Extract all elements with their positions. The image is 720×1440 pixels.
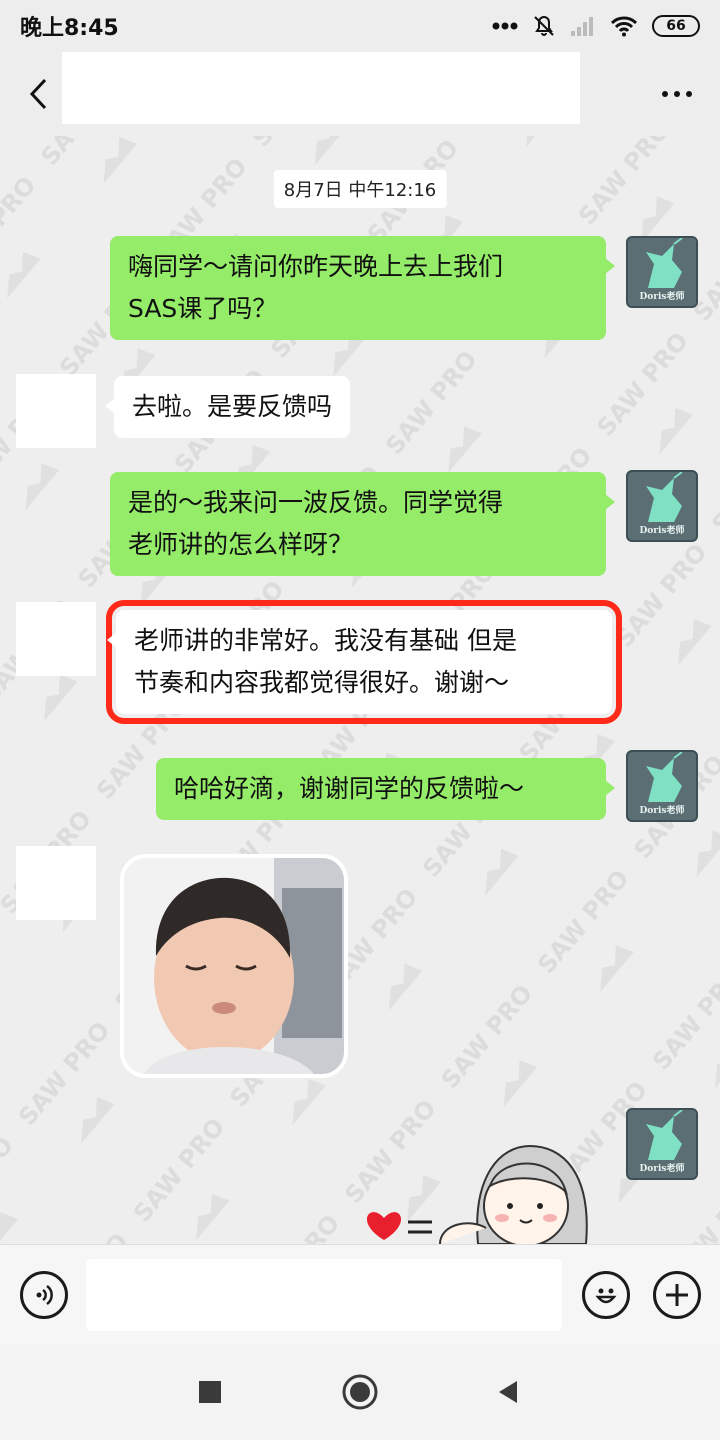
message-bubble-sent[interactable]: 哈哈好滴，谢谢同学的反馈啦～	[156, 758, 615, 820]
avatar-other[interactable]	[16, 846, 96, 920]
chat-title-redacted	[62, 52, 580, 124]
system-nav-bar	[0, 1344, 720, 1440]
avatar-caption: Doris老师	[639, 806, 685, 816]
nav-bar	[0, 52, 720, 136]
message-line: 嗨同学～请问你昨天晚上去上我们	[128, 252, 504, 281]
avatar-caption: Doris老师	[639, 526, 685, 536]
message-line: 老师讲的非常好。我没有基础 但是	[134, 626, 517, 655]
back-button[interactable]	[18, 64, 58, 124]
message-line: 去啦。是要反馈吗	[132, 392, 333, 421]
recents-button[interactable]	[190, 1372, 230, 1412]
avatar-self[interactable]: Doris老师	[626, 470, 698, 542]
message-line: 老师讲的怎么样呀？	[128, 530, 354, 559]
message-line: SAS课了吗？	[128, 294, 278, 323]
message-line: 节奏和内容我都觉得很好。谢谢～	[134, 668, 510, 697]
more-dots-icon	[662, 91, 668, 97]
back-triangle-icon	[499, 1381, 517, 1403]
emoji-icon	[595, 1288, 617, 1304]
avatar-caption: Doris老师	[639, 292, 685, 302]
avatar-caption: Doris老师	[639, 1164, 685, 1174]
mute-icon	[532, 14, 556, 38]
plus-icon	[666, 1284, 688, 1306]
status-bar: 晚上8:45 66	[0, 0, 720, 52]
chevron-left-icon	[29, 78, 47, 110]
message-bubble-received-highlighted[interactable]: 老师讲的非常好。我没有基础 但是 节奏和内容我都觉得很好。谢谢～	[106, 600, 622, 724]
avatar-other[interactable]	[16, 602, 96, 676]
message-line: 是的～我来问一波反馈。同学觉得	[128, 488, 504, 517]
wifi-icon	[610, 15, 638, 37]
avatar-self[interactable]: Doris老师	[626, 236, 698, 308]
voice-button[interactable]	[20, 1271, 68, 1319]
avatar-self[interactable]: Doris老师	[626, 1108, 698, 1180]
recents-square-icon	[199, 1381, 221, 1403]
cell-signal-icon	[570, 15, 596, 37]
plus-button[interactable]	[653, 1271, 701, 1319]
chat-timestamp: 8月7日 中午12:16	[273, 170, 447, 208]
emoji-button[interactable]	[582, 1271, 630, 1319]
status-icons: 66	[492, 14, 700, 38]
more-button[interactable]	[652, 69, 702, 119]
toddler-photo-sticker[interactable]	[120, 854, 348, 1078]
message-bubble-received[interactable]: 去啦。是要反馈吗	[104, 376, 351, 438]
unicorn-logo-icon	[646, 1110, 683, 1160]
home-circle-icon	[342, 1374, 378, 1410]
avatar-other[interactable]	[16, 374, 96, 448]
cartoon-girl-image	[366, 1144, 588, 1244]
toddler-face-image	[144, 858, 344, 1074]
input-bar	[0, 1244, 720, 1344]
voice-icon	[36, 1284, 53, 1306]
back-nav-button[interactable]	[488, 1372, 528, 1412]
message-line: 哈哈好滴，谢谢同学的反馈啦～	[174, 774, 525, 803]
cartoon-girl-heart-sticker[interactable]	[360, 1136, 600, 1244]
message-bubble-sent[interactable]: 是的～我来问一波反馈。同学觉得 老师讲的怎么样呀？	[110, 472, 615, 576]
home-button[interactable]	[340, 1372, 380, 1412]
unicorn-logo-icon	[646, 238, 683, 288]
avatar-self[interactable]: Doris老师	[626, 750, 698, 822]
signal-dots-icon	[492, 22, 518, 30]
status-time: 晚上8:45	[20, 16, 119, 41]
message-bubble-sent[interactable]: 嗨同学～请问你昨天晚上去上我们 SAS课了吗？	[110, 236, 615, 340]
battery-icon: 66	[652, 15, 700, 37]
message-input[interactable]	[86, 1259, 562, 1331]
unicorn-logo-icon	[646, 472, 683, 522]
unicorn-logo-icon	[646, 752, 683, 802]
chat-area[interactable]: SAW PRO 8月7日 中午12:16 嗨同学～请问你昨天晚上去上我们 SAS…	[0, 136, 720, 1244]
